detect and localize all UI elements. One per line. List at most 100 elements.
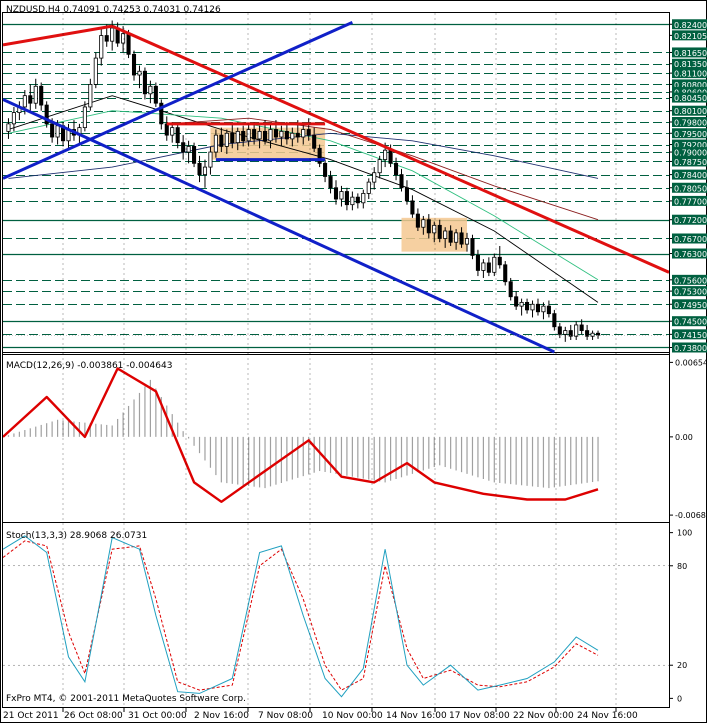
price-axis-label: 0.76300	[674, 250, 707, 259]
candle-body	[290, 132, 295, 140]
candle-body	[50, 123, 55, 138]
candle-body	[33, 85, 38, 104]
candle-body	[142, 70, 147, 95]
price-axis-label: 0.82105	[674, 32, 707, 41]
time-axis-label: 21 Oct 2011	[3, 711, 59, 721]
candle-body	[421, 219, 426, 228]
candle-body	[246, 129, 251, 142]
candle-body	[262, 130, 268, 142]
candle-body	[519, 301, 524, 307]
price-axis-label: 0.76700	[674, 235, 707, 244]
candle-body	[432, 224, 437, 234]
time-axis-label: 14 Nov 16:00	[386, 711, 447, 721]
candle-body	[197, 162, 202, 176]
price-axis-label: 0.75300	[674, 288, 707, 297]
candle-body	[437, 224, 442, 239]
price-axis-label: 0.75600	[674, 276, 707, 285]
macd-axis-label: 0.00	[675, 433, 693, 442]
candle-body	[563, 330, 568, 335]
price-axis-label: 0.78050	[674, 184, 707, 193]
candle-body	[579, 324, 584, 331]
time-axis-label: 10 Nov 00:00	[322, 711, 383, 721]
candle-body	[241, 130, 246, 142]
candle-body	[426, 219, 431, 234]
candle-body	[470, 238, 475, 256]
candle-body	[366, 181, 371, 194]
candle-body	[514, 296, 519, 307]
macd-axis-label: 0.00654	[675, 358, 707, 367]
candle-body	[110, 27, 115, 42]
candle-body	[388, 149, 393, 164]
price-axis-label: 0.81100	[674, 70, 707, 79]
candle-body	[410, 200, 415, 215]
time-axis-label: 31 Oct 00:00	[128, 711, 187, 721]
candle-body	[213, 134, 218, 153]
candle-body	[503, 264, 508, 283]
chart-window[interactable]: 0.82400 0.82105 0.81650 0.81350 0.81100 0.808…	[0, 0, 707, 723]
candle-body	[99, 35, 104, 59]
candle-body	[394, 162, 399, 176]
candle-body	[230, 132, 235, 144]
candle-body	[486, 262, 491, 273]
candle-body	[497, 256, 502, 266]
candle-body	[192, 146, 197, 164]
candle-body	[39, 85, 44, 106]
candle-body	[350, 196, 355, 206]
candle-body	[557, 326, 562, 335]
candle-body	[153, 85, 158, 104]
price-axis-label: 0.80100	[674, 107, 707, 116]
candle-body	[475, 255, 480, 271]
candle-body	[339, 191, 344, 200]
stoch-title: Stoch(13,3,3) 28.9068 26.0731	[6, 531, 147, 541]
candle-body	[88, 84, 93, 108]
price-axis-label: 0.79500	[674, 130, 707, 139]
candle-body	[312, 134, 317, 149]
candle-body	[252, 129, 257, 140]
candle-body	[82, 106, 87, 129]
candle-body	[148, 85, 153, 95]
price-axis-label: 0.77200	[674, 216, 707, 225]
price-axis-label: 0.74950	[674, 301, 707, 310]
candle-body	[55, 125, 60, 138]
candle-body	[170, 127, 175, 136]
candle-body	[377, 159, 382, 174]
candle-body	[175, 127, 180, 144]
candle-body	[11, 112, 16, 125]
time-axis-label: 2 Nov 16:00	[194, 711, 249, 721]
price-axis-label: 0.81650	[674, 49, 707, 58]
candle-body	[459, 232, 464, 245]
candle-body	[590, 332, 595, 337]
candle-body	[268, 129, 273, 142]
time-axis-label: 26 Oct 08:00	[64, 711, 123, 721]
candle-body	[574, 324, 579, 337]
candle-body	[328, 176, 333, 189]
candle-body	[284, 130, 289, 140]
candle-body	[372, 172, 377, 183]
price-axis-label: 0.79000	[674, 149, 707, 158]
candle-body	[443, 230, 448, 239]
price-axis-label: 0.73800	[674, 344, 707, 353]
time-axis-label: 7 Nov 08:00	[258, 711, 313, 721]
candle-body	[323, 162, 328, 177]
stoch-axis-label: 100	[677, 529, 692, 538]
candle-body	[595, 332, 601, 336]
price-axis-label: 0.79800	[674, 118, 707, 127]
chart-svg[interactable]: 0.824000.821050.816500.813500.811000.808…	[0, 0, 707, 723]
watermark: FxPro MT4, © 2001-2011 MetaQuotes Softwa…	[6, 694, 246, 704]
candle-body	[530, 303, 535, 311]
candle-body	[535, 303, 541, 313]
time-axis-label: 22 Nov 00:00	[513, 711, 574, 721]
candle-body	[481, 262, 486, 271]
macd-title: MACD(12,26,9) -0.003861 -0.004643	[6, 361, 172, 371]
macd-axis-label: -0.00687	[675, 511, 707, 520]
candle-body	[181, 142, 186, 153]
candle-body	[301, 129, 306, 138]
candle-body	[22, 95, 27, 108]
price-axis-label: 0.77700	[674, 197, 707, 206]
time-axis-label: 24 Nov 16:00	[577, 711, 638, 721]
candle-body	[399, 174, 404, 189]
candle-body	[235, 130, 240, 144]
price-axis-label: 0.78400	[674, 171, 707, 180]
candle-body	[317, 147, 322, 164]
candle-body	[546, 305, 551, 315]
